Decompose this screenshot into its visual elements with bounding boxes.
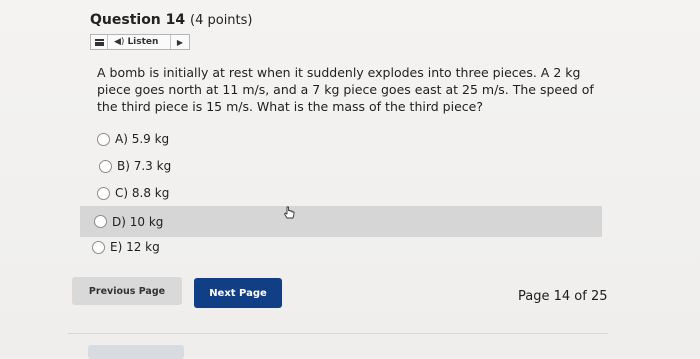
answer-option-c[interactable]: C) 8.8 kg [80,180,602,206]
answer-label: B) 7.3 kg [117,159,172,173]
question-header: Question 14 (4 points) [90,12,253,28]
answer-label: C) 8.8 kg [115,186,170,200]
menu-icon[interactable] [91,35,108,49]
listen-label[interactable]: Listen [127,37,158,47]
quiz-page: Question 14 (4 points) ◀) Listen ▶ A bom… [0,0,700,359]
answer-label: D) 10 kg [112,214,164,229]
answer-option-b[interactable]: B) 7.3 kg [80,153,602,179]
answer-option-d[interactable]: D) 10 kg [80,206,602,237]
play-icon[interactable]: ▶ [170,35,189,49]
answer-option-a[interactable]: A) 5.9 kg [80,126,602,152]
radio-button[interactable] [92,240,105,254]
radio-button[interactable] [97,132,110,146]
next-page-button[interactable]: Next Page [194,278,282,308]
speaker-icon: ◀) [114,37,125,47]
question-text: A bomb is initially at rest when it sudd… [97,65,594,114]
answer-label: A) 5.9 kg [115,132,170,146]
answer-label: E) 12 kg [110,240,160,254]
radio-button[interactable] [94,215,107,228]
page-status: Page 14 of 25 [518,289,608,304]
listen-toolbar[interactable]: ◀) Listen ▶ [90,34,190,50]
radio-button[interactable] [97,186,110,200]
radio-button[interactable] [99,159,112,173]
divider [68,333,608,334]
answer-option-e[interactable]: E) 12 kg [80,234,602,260]
question-points: (4 points) [190,13,253,28]
previous-page-button[interactable]: Previous Page [72,277,182,305]
question-title: Question 14 [90,12,186,28]
hand-cursor-icon [284,206,295,219]
